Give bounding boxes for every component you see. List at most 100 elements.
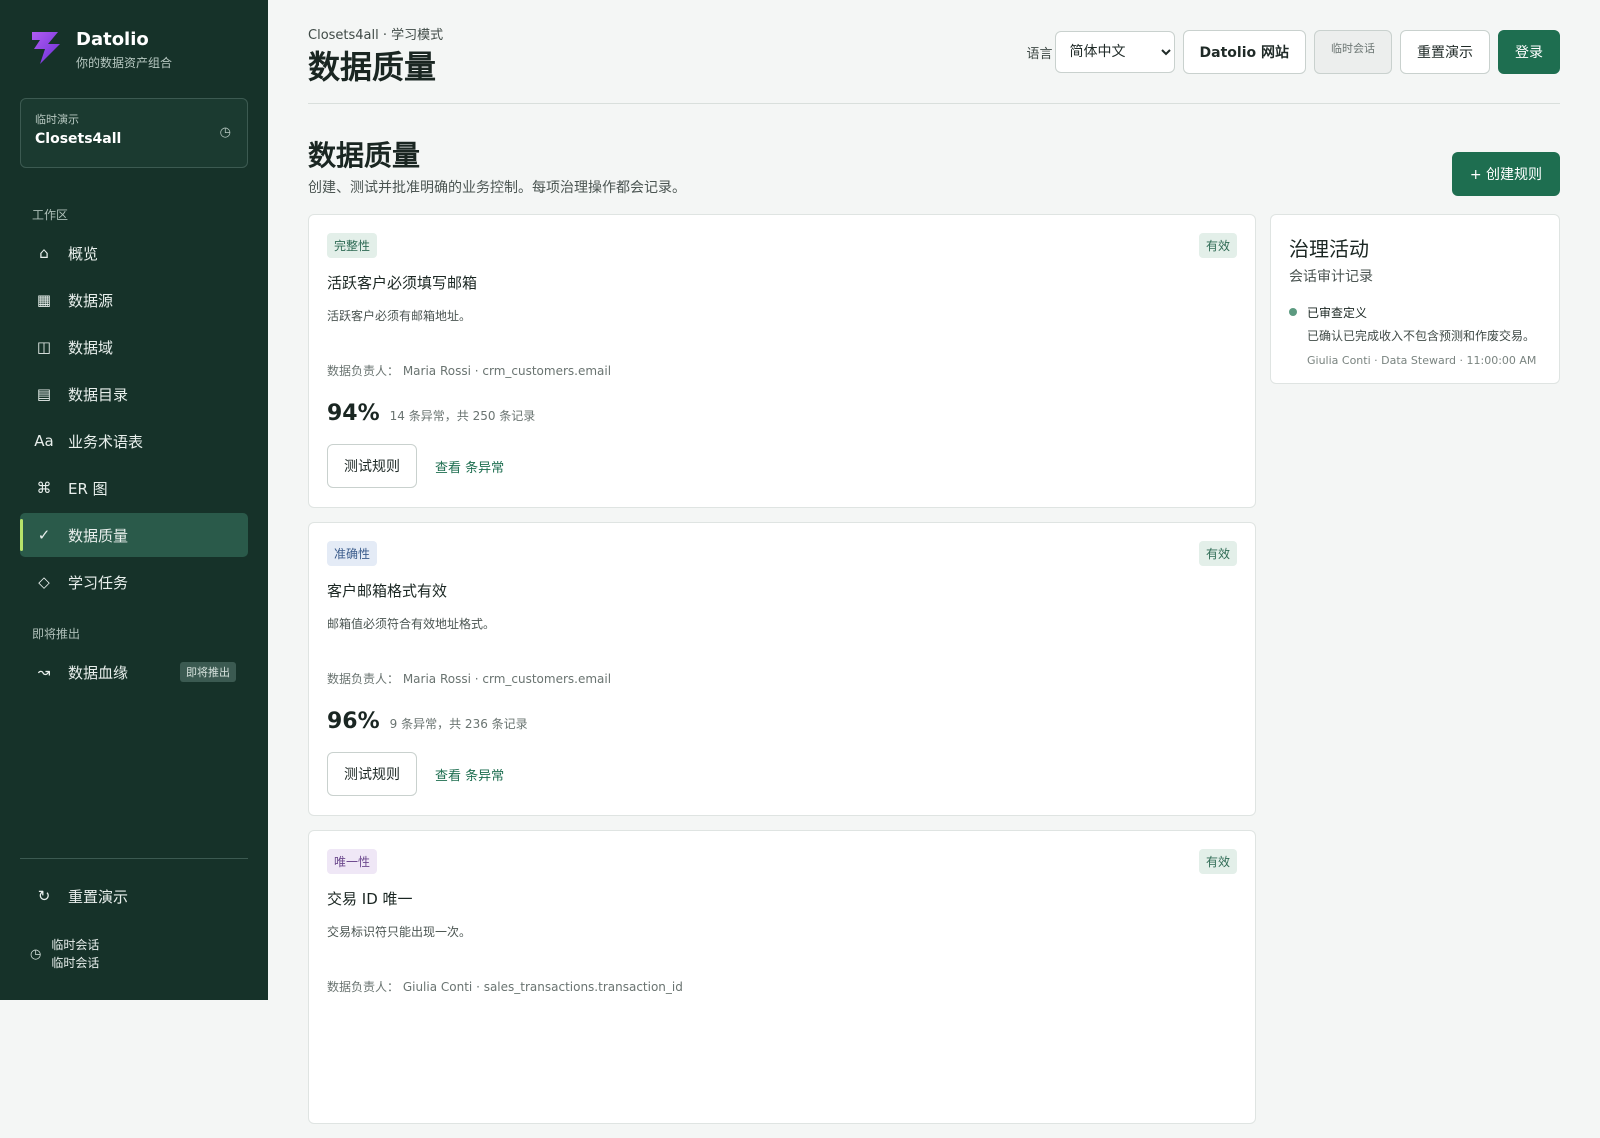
lightning-logo-icon <box>32 32 60 64</box>
rule-owner: 数据负责人： Giulia Conti · sales_transactions… <box>327 980 683 994</box>
rule-category-tag: 唯一性 <box>327 849 378 874</box>
brand-name: Datolio <box>76 29 149 50</box>
rule-description: 活跃客户必须有邮箱地址。 <box>327 309 472 323</box>
status-badge: 有效 <box>1198 233 1237 258</box>
home-icon: ⌂ <box>39 244 49 262</box>
sidebar-item-overview[interactable]: ⌂ 概览 <box>20 231 248 275</box>
sidebar-item-label: 概览 <box>68 244 99 263</box>
view-exceptions-link[interactable]: 查看 条异常 <box>435 457 504 476</box>
demo-workspace-card[interactable]: 临时演示 Closets4all ◷ <box>20 98 248 168</box>
reset-demo-button[interactable]: 重置演示 <box>1400 30 1490 74</box>
coming-soon-section-label: 即将推出 <box>32 627 81 641</box>
session-line-2: 临时会话 <box>51 956 100 970</box>
rule-card: 唯一性 有效 交易 ID 唯一 交易标识符只能出现一次。 数据负责人： Giul… <box>308 830 1256 1124</box>
score-percentage: 94% <box>327 401 380 426</box>
sidebar-item-data-catalog[interactable]: ▤ 数据目录 <box>20 372 248 416</box>
activity-entry-description: 已确认已完成收入不包含预测和作废交易。 <box>1307 329 1536 343</box>
sidebar-item-label: 数据域 <box>68 338 114 357</box>
sidebar-item-label: 业务术语表 <box>68 432 144 451</box>
status-badge: 有效 <box>1198 849 1237 874</box>
coming-soon-badge: 即将推出 <box>180 662 236 682</box>
check-icon: ✓ <box>37 526 51 544</box>
session-line-1: 临时会话 <box>51 938 100 952</box>
status-badge: 有效 <box>1198 541 1237 566</box>
sidebar-item-er-diagram[interactable]: ⌘ ER 图 <box>20 466 248 510</box>
rule-actions: 测试规则 查看 条异常 <box>327 444 1237 488</box>
sidebar-item-label: ER 图 <box>68 479 108 498</box>
clock-icon: ◷ <box>30 946 42 962</box>
main-content: Closets4all · 学习模式 数据质量 语言 简体中文 Datolio … <box>268 0 1600 1124</box>
coming-soon-nav: ↝ 数据血缘 即将推出 <box>20 650 248 697</box>
clock-icon: ◷ <box>219 125 231 140</box>
rule-owner: 数据负责人： Maria Rossi · crm_customers.email <box>327 672 612 686</box>
view-exceptions-link[interactable]: 查看 条异常 <box>435 765 504 784</box>
list-icon: ▤ <box>36 385 52 403</box>
sidebar-item-label: 数据目录 <box>68 385 129 404</box>
panel-icon: ◫ <box>36 338 52 356</box>
brand-tagline: 你的数据资产组合 <box>76 56 173 70</box>
page-title: 数据质量 <box>308 48 437 86</box>
test-rule-button[interactable]: 测试规则 <box>327 752 417 796</box>
lineage-icon: ↝ <box>37 663 51 681</box>
rule-score: 94% 14 条异常，共 250 条记录 <box>327 401 1237 426</box>
demo-value: Closets4all <box>35 131 122 147</box>
activity-subtitle: 会话审计记录 <box>1289 269 1373 285</box>
rule-category-tag: 完整性 <box>327 233 378 258</box>
temporary-session-button[interactable]: 临时会话 <box>1314 30 1392 74</box>
sidebar-item-data-domains[interactable]: ◫ 数据域 <box>20 325 248 369</box>
sidebar: Datolio 你的数据资产组合 临时演示 Closets4all ◷ 工作区 … <box>0 0 268 1000</box>
rule-actions: 测试规则 查看 条异常 <box>327 752 1237 796</box>
score-note: 14 条异常，共 250 条记录 <box>389 409 536 423</box>
activity-entry-meta: Giulia Conti · Data Steward · 11:00:00 A… <box>1307 354 1537 367</box>
breadcrumb: Closets4all · 学习模式 <box>308 28 444 43</box>
rule-description: 邮箱值必须符合有效地址格式。 <box>327 617 496 631</box>
sidebar-item-data-quality[interactable]: ✓ 数据质量 <box>20 513 248 557</box>
workspace-section-label: 工作区 <box>32 208 69 222</box>
demo-label: 临时演示 <box>35 113 79 126</box>
sidebar-divider <box>20 858 248 859</box>
session-info: ◷ 临时会话 临时会话 <box>30 936 99 972</box>
reset-demo-label: 重置演示 <box>68 887 129 906</box>
section-subtitle: 创建、测试并批准明确的业务控制。每项治理操作都会记录。 <box>308 180 686 196</box>
sidebar-item-label: 数据源 <box>68 291 114 310</box>
rules-list: 完整性 有效 活跃客户必须填写邮箱 活跃客户必须有邮箱地址。 数据负责人： Ma… <box>308 214 1256 1138</box>
activity-title: 治理活动 <box>1289 237 1369 261</box>
datolio-website-button[interactable]: Datolio 网站 <box>1182 30 1306 74</box>
language-select[interactable]: 简体中文 <box>1054 31 1175 73</box>
sidebar-item-label: 数据质量 <box>68 526 129 545</box>
activity-dot <box>1289 308 1297 316</box>
create-rule-button[interactable]: + 创建规则 <box>1451 152 1560 196</box>
sidebar-item-learning-tasks[interactable]: ◇ 学习任务 <box>20 560 248 604</box>
refresh-icon: ↻ <box>37 887 51 905</box>
rule-owner: 数据负责人： Maria Rossi · crm_customers.email <box>327 364 612 378</box>
activity-entry: 已审查定义 已确认已完成收入不包含预测和作废交易。 Giulia Conti ·… <box>1289 304 1541 367</box>
sidebar-reset-demo[interactable]: ↻ 重置演示 <box>20 874 248 918</box>
test-rule-button[interactable]: 测试规则 <box>327 444 417 488</box>
sidebar-item-glossary[interactable]: Aa 业务术语表 <box>20 419 248 463</box>
rule-title: 客户邮箱格式有效 <box>327 582 448 600</box>
login-button[interactable]: 登录 <box>1498 30 1560 74</box>
section-title: 数据质量 <box>308 139 421 172</box>
sidebar-footer-nav: ↻ 重置演示 <box>20 874 248 921</box>
rule-description: 交易标识符只能出现一次。 <box>327 925 472 939</box>
brand[interactable]: Datolio 你的数据资产组合 <box>28 28 172 71</box>
rule-score: 96% 9 条异常，共 236 条记录 <box>327 709 1237 734</box>
rule-title: 交易 ID 唯一 <box>327 890 413 908</box>
header-divider <box>308 103 1560 104</box>
sidebar-item-label: 数据血缘 <box>68 663 129 682</box>
score-percentage: 96% <box>327 709 380 734</box>
rule-card: 完整性 有效 活跃客户必须填写邮箱 活跃客户必须有邮箱地址。 数据负责人： Ma… <box>308 214 1256 508</box>
sidebar-item-data-sources[interactable]: ▦ 数据源 <box>20 278 248 322</box>
sidebar-item-data-lineage[interactable]: ↝ 数据血缘 即将推出 <box>20 650 248 694</box>
rule-title: 活跃客户必须填写邮箱 <box>327 274 478 292</box>
score-note: 9 条异常，共 236 条记录 <box>389 717 528 731</box>
topbar: 语言 简体中文 Datolio 网站 临时会话 重置演示 登录 <box>1027 30 1560 74</box>
diamond-icon: ◇ <box>38 573 50 591</box>
activity-entry-title: 已审查定义 <box>1307 306 1368 320</box>
sidebar-item-label: 学习任务 <box>68 573 129 592</box>
grid-icon: ▦ <box>36 291 52 309</box>
command-icon: ⌘ <box>36 479 52 497</box>
language-label: 语言 <box>1026 46 1053 62</box>
sidebar-nav: ⌂ 概览 ▦ 数据源 ◫ 数据域 ▤ 数据目录 Aa 业务术语表 ⌘ ER 图 … <box>20 231 248 607</box>
text-icon: Aa <box>34 432 54 450</box>
